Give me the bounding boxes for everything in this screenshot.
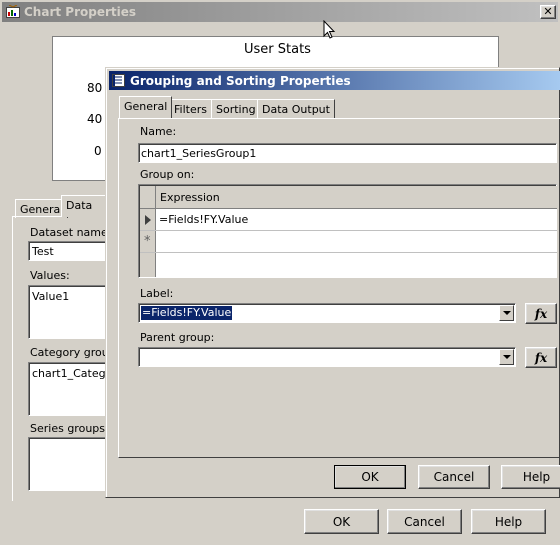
y-tick-label: 0 (94, 144, 102, 158)
tab-general[interactable]: General (119, 96, 173, 118)
label-combobox-value: =Fields!FY.Value (141, 306, 233, 320)
grouping-sorting-titlebar[interactable]: Grouping and Sorting Properties (109, 71, 560, 90)
y-tick-label: 40 (87, 112, 103, 126)
expression-column-header[interactable]: Expression (160, 191, 220, 204)
ok-button[interactable]: OK (334, 465, 406, 489)
grouping-sorting-dialog: Grouping and Sorting Properties General … (105, 67, 560, 498)
grouping-sorting-title: Grouping and Sorting Properties (130, 74, 351, 88)
ok-button-label: OK (361, 470, 379, 484)
grid-header-row: Expression (140, 186, 557, 209)
chart-properties-title: Chart Properties (24, 5, 137, 19)
expression-cell[interactable]: =Fields!FY.Value (159, 213, 248, 226)
parent-group-combobox[interactable] (138, 347, 516, 367)
cancel-button-label: Cancel (433, 470, 475, 484)
tab-data-output-label: Data Output (262, 103, 330, 116)
tab-sorting[interactable]: Sorting (211, 99, 261, 118)
help-button-label: Help (494, 514, 523, 529)
help-button[interactable]: Help (501, 465, 560, 489)
tab-filters[interactable]: Filters (169, 99, 212, 118)
table-row[interactable]: * (140, 231, 557, 253)
row-selector[interactable] (140, 209, 156, 230)
tab-general-label: General (20, 203, 64, 216)
group-on-label: Group on: (140, 168, 195, 181)
grid-empty-area (140, 253, 156, 277)
ok-button[interactable]: OK (304, 509, 379, 534)
help-button[interactable]: Help (471, 509, 546, 534)
tab-general-label: General (124, 100, 168, 113)
tab-data[interactable]: Data (61, 195, 107, 217)
cancel-button[interactable]: Cancel (418, 465, 490, 489)
name-field-value: chart1_SeriesGroup1 (141, 147, 257, 160)
parent-group-label: Parent group: (140, 331, 215, 344)
dataset-label: Dataset name: (30, 226, 112, 239)
tab-data-output[interactable]: Data Output (257, 99, 335, 118)
parent-group-dropdown-button[interactable] (499, 349, 514, 365)
ok-button-label: OK (332, 514, 351, 529)
tab-data-label: Data (66, 199, 93, 212)
cancel-button[interactable]: Cancel (387, 509, 462, 534)
parent-group-expression-button[interactable]: fx (525, 347, 557, 368)
label-combobox[interactable]: =Fields!FY.Value (138, 303, 516, 323)
category-groups-label: Category group (30, 346, 116, 359)
function-icon: fx (534, 306, 548, 321)
chevron-down-icon (502, 311, 511, 315)
mouse-cursor-icon (323, 19, 336, 43)
label-expression-button[interactable]: fx (525, 303, 557, 324)
label-label: Label: (140, 287, 174, 300)
tab-filters-label: Filters (174, 103, 207, 116)
list-item[interactable]: chart1_Catego (32, 367, 112, 380)
close-button[interactable]: ✕ (540, 5, 556, 19)
row-selector[interactable]: * (140, 231, 156, 252)
tab-sorting-label: Sorting (216, 103, 256, 116)
help-button-label: Help (522, 470, 551, 484)
dataset-field-value: Test (32, 245, 54, 258)
series-groups-label: Series groups: (30, 422, 109, 435)
label-dropdown-button[interactable] (499, 305, 514, 321)
group-on-grid[interactable]: Expression =Fields!FY.Value * (138, 184, 557, 278)
current-row-arrow-icon (145, 215, 151, 225)
table-row[interactable]: =Fields!FY.Value (140, 209, 557, 231)
list-item[interactable]: Value1 (32, 290, 69, 303)
chart-properties-titlebar[interactable]: Chart Properties ✕ (2, 2, 558, 22)
chevron-down-icon (502, 355, 511, 359)
grid-row-header-corner (140, 186, 156, 208)
name-label: Name: (140, 125, 177, 138)
y-tick-label: 80 (87, 81, 103, 95)
app-icon (6, 4, 20, 18)
function-icon: fx (534, 350, 548, 365)
grouping-icon (112, 74, 125, 87)
values-label: Values: (30, 269, 70, 282)
cancel-button-label: Cancel (404, 514, 445, 529)
chart-title: User Stats (244, 42, 311, 57)
close-icon: ✕ (543, 5, 553, 18)
name-field[interactable]: chart1_SeriesGroup1 (138, 143, 557, 163)
new-row-icon: * (144, 234, 151, 249)
